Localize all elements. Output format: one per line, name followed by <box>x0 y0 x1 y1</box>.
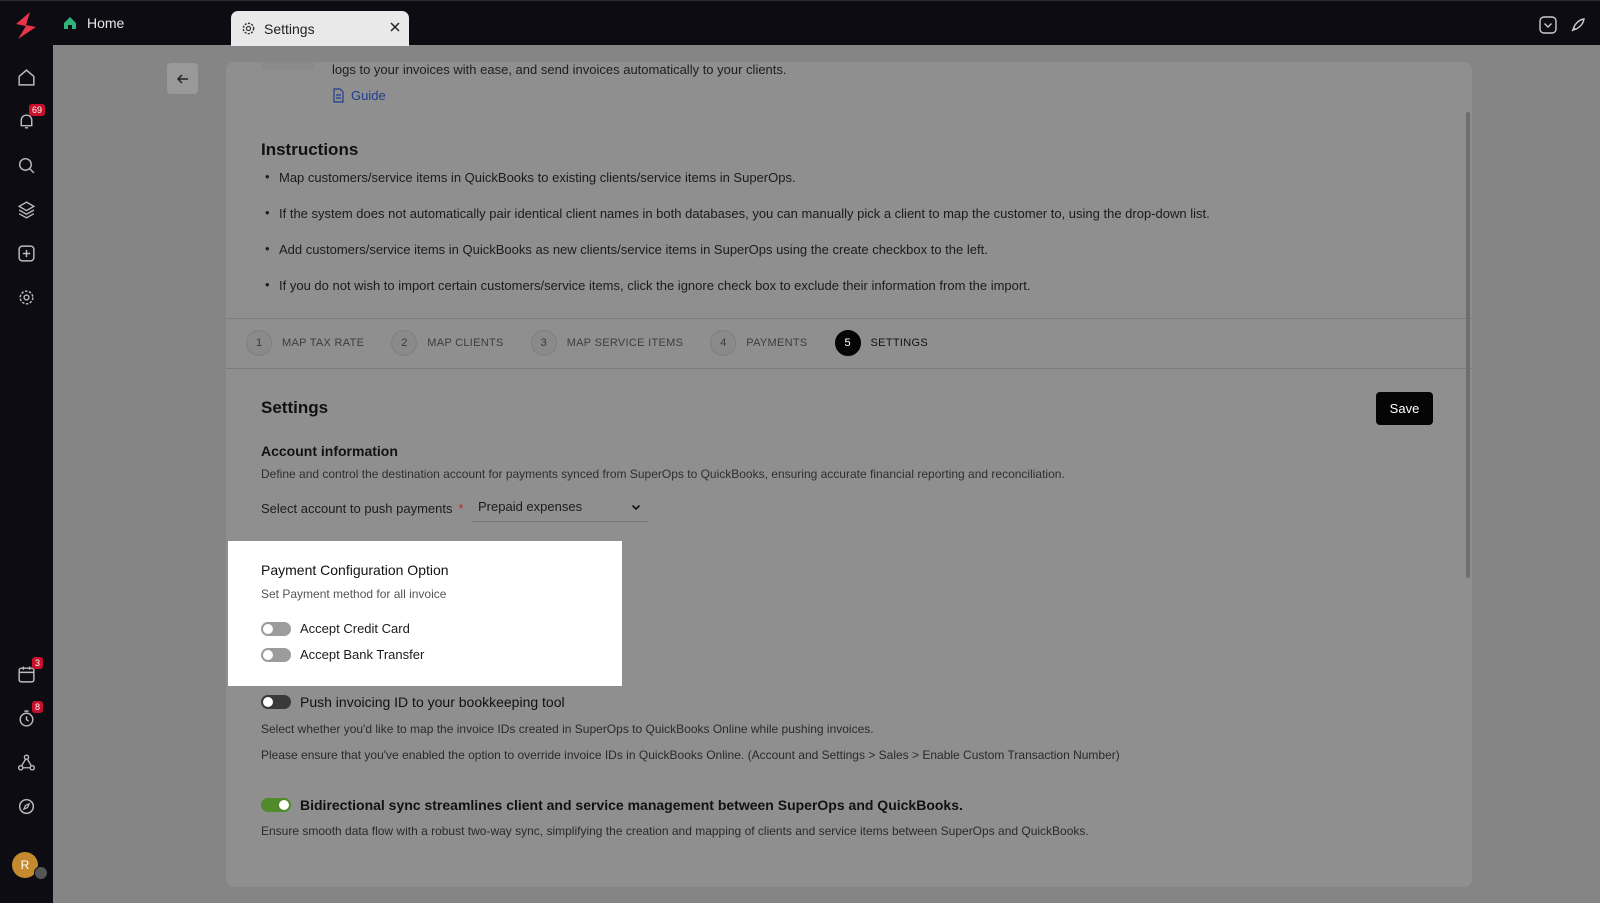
bidirectional-sync-toggle[interactable] <box>261 798 291 812</box>
step-label: SETTINGS <box>870 337 928 349</box>
step-payments[interactable]: 4 PAYMENTS <box>710 330 807 356</box>
divider <box>226 318 1472 319</box>
left-sidebar: 69 3 8 R <box>0 45 53 903</box>
payment-configuration-title: Payment Configuration Option <box>261 562 449 578</box>
chevron-down-icon <box>631 504 641 511</box>
gear-icon <box>242 22 255 35</box>
superops-logo[interactable] <box>8 8 44 44</box>
home-icon <box>64 17 76 29</box>
push-payments-label-text: Select account to push payments <box>261 501 453 516</box>
accept-credit-card-toggle[interactable] <box>261 621 291 636</box>
step-label: MAP TAX RATE <box>282 337 365 349</box>
instruction-item: Add customers/service items in QuickBook… <box>265 241 1210 278</box>
integration-logo <box>262 62 314 70</box>
push-invoice-id-row: Push invoicing ID to your bookkeeping to… <box>261 694 565 710</box>
guide-link[interactable]: Guide <box>332 88 386 103</box>
search-icon[interactable] <box>16 155 37 176</box>
avatar-status-icon <box>34 866 48 880</box>
save-button[interactable]: Save <box>1376 392 1433 425</box>
account-information-title: Account information <box>261 443 398 459</box>
tab-home-label: Home <box>87 15 125 31</box>
instruction-item: Map customers/service items in QuickBook… <box>265 169 1210 206</box>
step-map-tax-rate[interactable]: 1 MAP TAX RATE <box>246 330 364 356</box>
step-label: PAYMENTS <box>746 337 808 349</box>
bidirectional-sync-description: Ensure smooth data flow with a robust tw… <box>261 824 1089 838</box>
settings-title: Settings <box>261 398 329 417</box>
tab-home[interactable]: Home <box>62 15 124 31</box>
layers-icon[interactable] <box>16 199 37 220</box>
tab-settings-label: Settings <box>264 20 315 37</box>
required-mark: * <box>458 501 464 516</box>
scrollbar[interactable] <box>1466 112 1470 578</box>
step-settings[interactable]: 5 SETTINGS <box>834 330 928 356</box>
payment-configuration-panel: Payment Configuration Option Set Payment… <box>228 541 622 686</box>
step-map-service-items[interactable]: 3 MAP SERVICE ITEMS <box>530 330 684 356</box>
notifications-badge: 69 <box>29 104 46 116</box>
avatar-initial: R <box>20 858 30 872</box>
back-button[interactable] <box>167 63 198 94</box>
accept-bank-transfer-toggle[interactable] <box>261 647 291 662</box>
step-map-clients[interactable]: 2 MAP CLIENTS <box>391 330 503 356</box>
close-icon[interactable] <box>387 19 403 35</box>
guide-label: Guide <box>351 88 386 103</box>
push-invoice-id-label: Push invoicing ID to your bookkeeping to… <box>300 694 565 710</box>
push-payments-account-select[interactable]: Prepaid expenses <box>472 492 648 522</box>
home-outline-icon[interactable] <box>16 67 37 88</box>
instructions-list: Map customers/service items in QuickBook… <box>265 169 1210 314</box>
step-number: 3 <box>530 330 557 356</box>
accept-bank-transfer-row: Accept Bank Transfer <box>261 647 424 662</box>
selected-account: Prepaid expenses <box>478 499 583 514</box>
accept-credit-card-label: Accept Credit Card <box>300 621 410 636</box>
bidirectional-sync-label: Bidirectional sync streamlines client an… <box>300 797 963 813</box>
add-square-icon[interactable] <box>16 243 37 264</box>
top-bar: Home Settings <box>0 0 1600 46</box>
payment-configuration-subtitle: Set Payment method for all invoice <box>261 587 447 601</box>
instruction-item: If you do not wish to import certain cus… <box>265 277 1210 314</box>
compass-icon[interactable] <box>16 796 37 817</box>
step-number: 1 <box>246 330 272 356</box>
arrow-left-icon <box>176 73 188 84</box>
settings-icon[interactable] <box>16 287 37 308</box>
step-label: MAP SERVICE ITEMS <box>566 337 684 349</box>
account-information-description: Define and control the destination accou… <box>261 467 1065 481</box>
instructions-title: Instructions <box>261 140 359 159</box>
intro-text: logs to your invoices with ease, and sen… <box>332 62 787 77</box>
stepper: 1 MAP TAX RATE 2 MAP CLIENTS 3 MAP SERVI… <box>246 330 955 356</box>
push-invoice-id-note: Please ensure that you've enabled the op… <box>261 748 1120 762</box>
push-invoice-id-toggle[interactable] <box>261 695 291 709</box>
rocket-icon[interactable] <box>1568 15 1588 35</box>
accept-bank-transfer-label: Accept Bank Transfer <box>300 647 425 662</box>
main-card: logs to your invoices with ease, and sen… <box>226 62 1472 887</box>
tab-settings[interactable]: Settings <box>231 11 409 46</box>
bidirectional-sync-row: Bidirectional sync streamlines client an… <box>261 797 963 813</box>
calendar-badge: 3 <box>32 657 44 669</box>
step-number: 5 <box>834 330 861 356</box>
accept-credit-card-row: Accept Credit Card <box>261 621 410 636</box>
push-invoice-id-description: Select whether you'd like to map the inv… <box>261 722 874 736</box>
dropdown-box-icon[interactable] <box>1538 15 1558 35</box>
network-icon[interactable] <box>16 752 37 773</box>
step-number: 2 <box>391 330 418 356</box>
timer-badge: 8 <box>32 701 44 713</box>
step-number: 4 <box>710 330 737 356</box>
push-payments-label: Select account to push payments * <box>261 501 464 516</box>
document-icon <box>333 88 344 103</box>
step-label: MAP CLIENTS <box>427 337 504 349</box>
instruction-item: If the system does not automatically pai… <box>265 205 1210 242</box>
divider <box>226 368 1472 369</box>
